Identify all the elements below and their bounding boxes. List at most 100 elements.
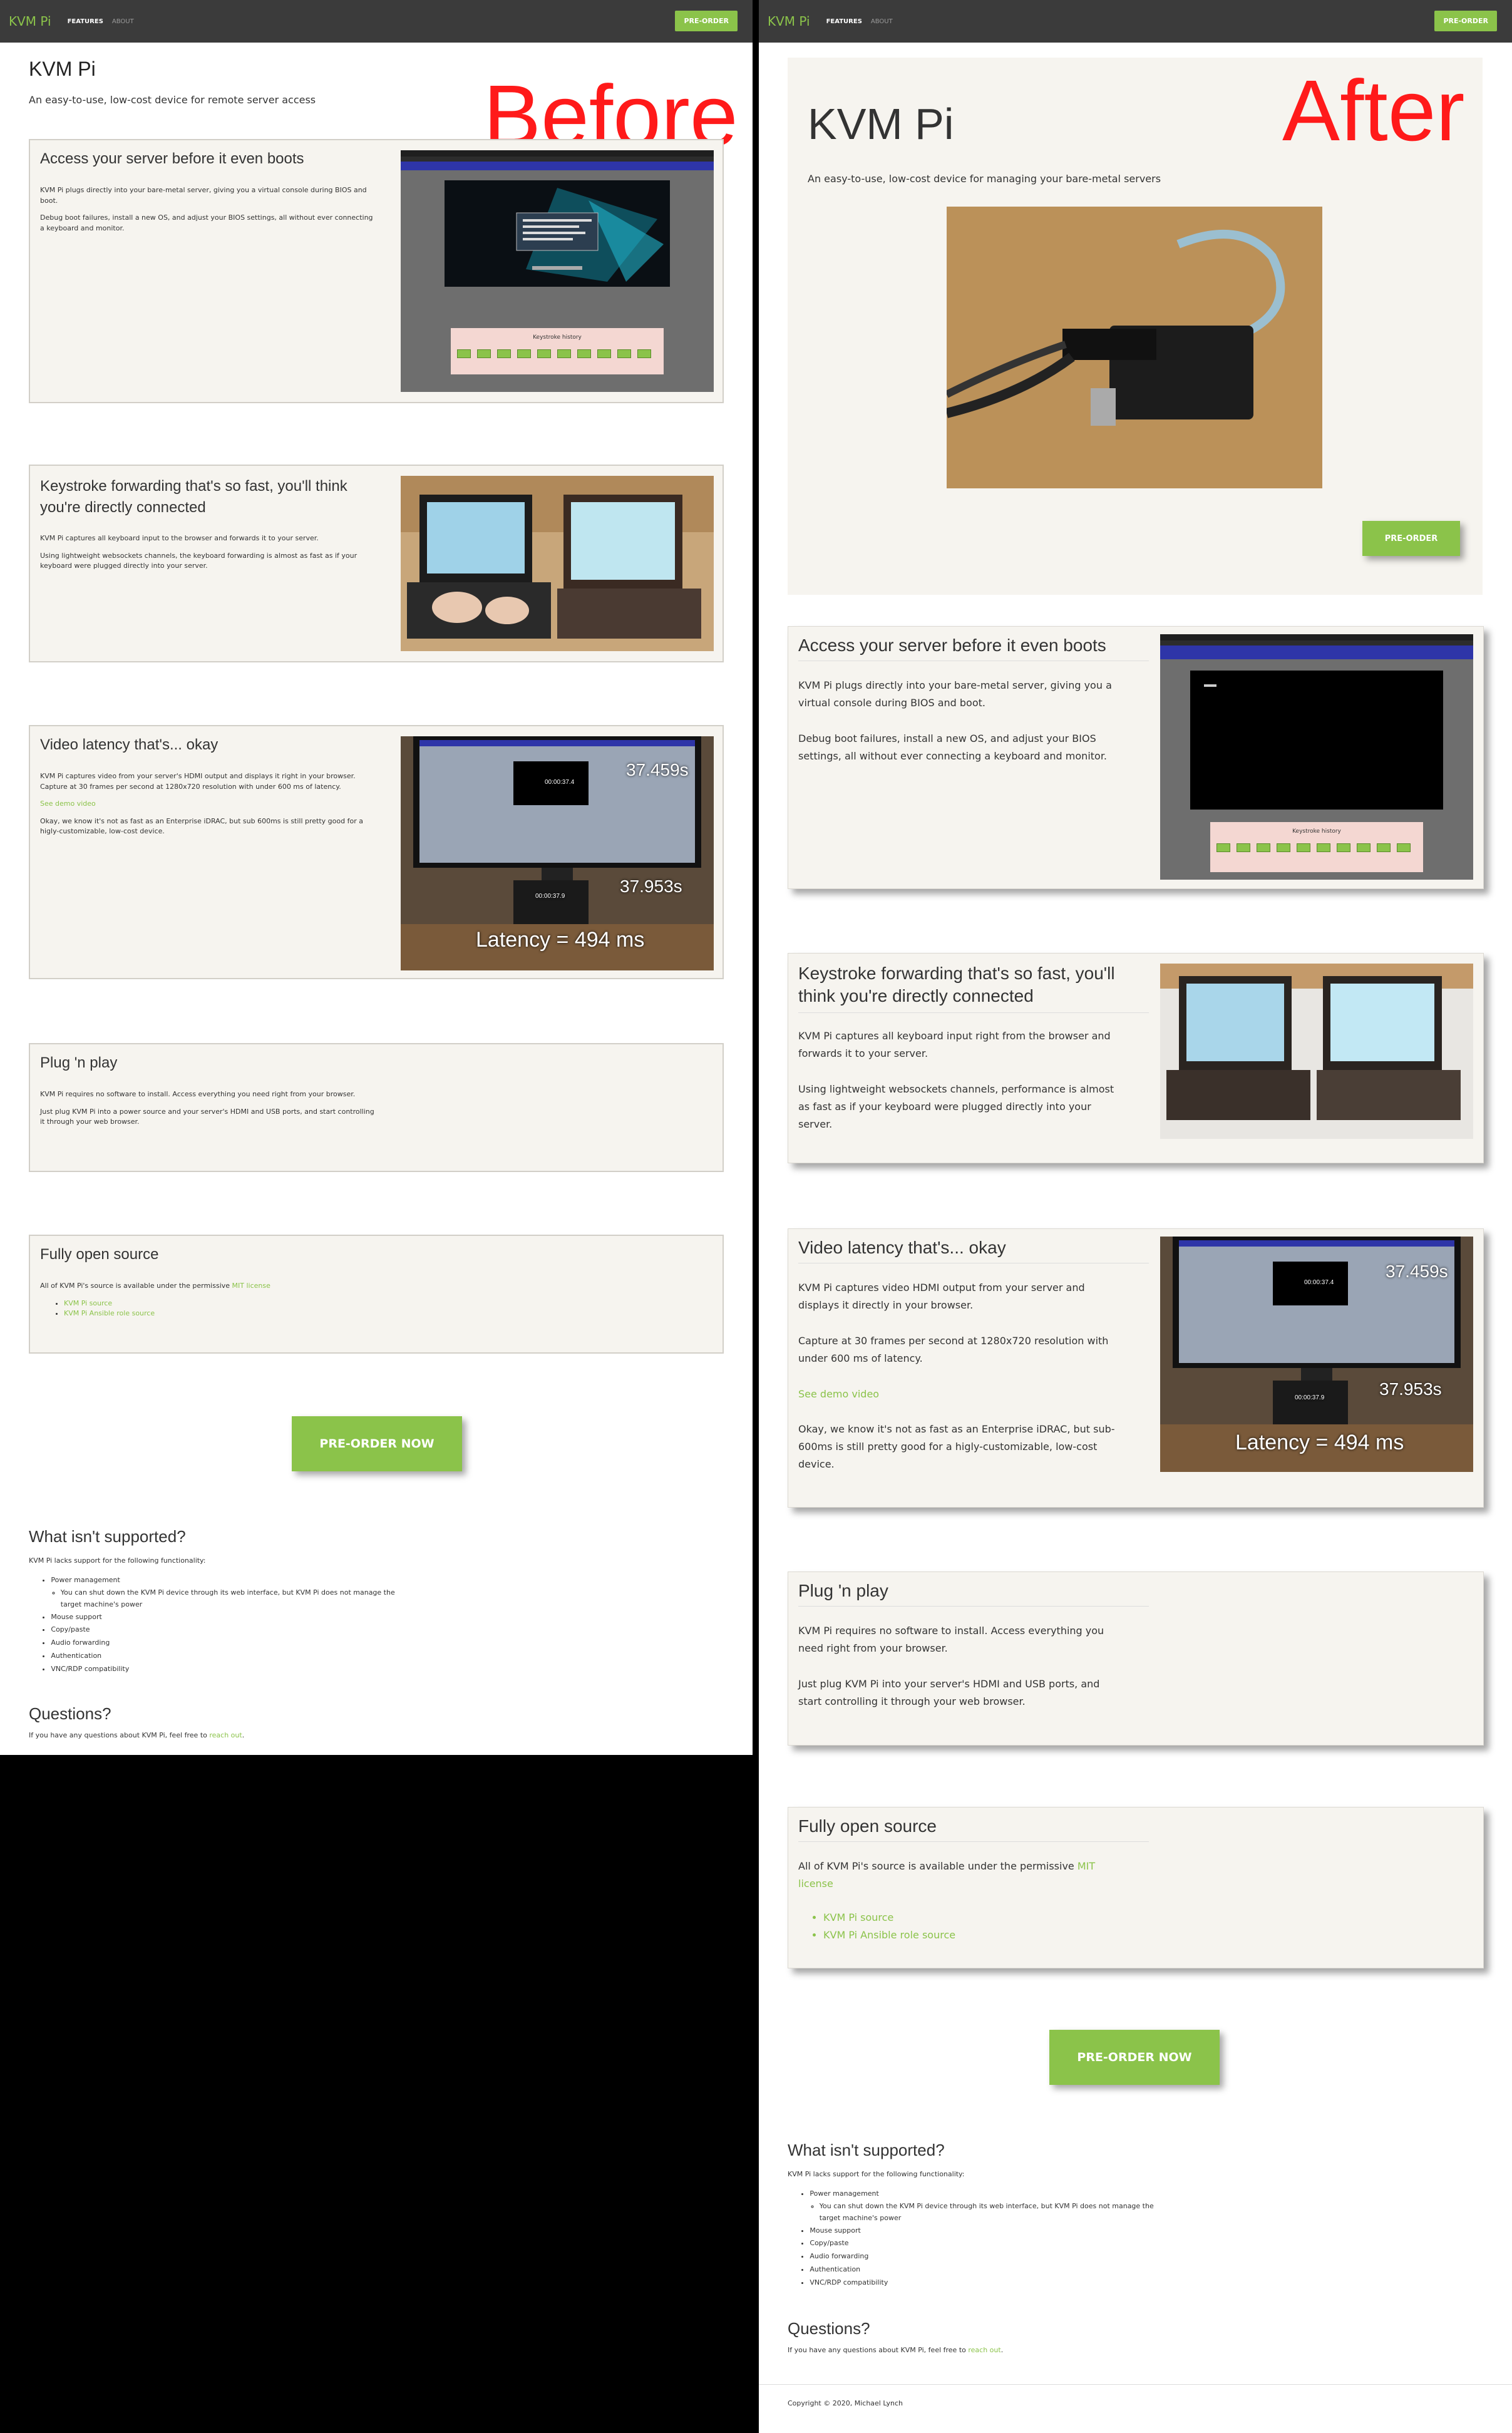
nav-features[interactable]: FEATURES — [68, 18, 103, 25]
feature-title: Keystroke forwarding that's so fast, you… — [798, 962, 1149, 1013]
feature-text: KVM Pi captures video HDMI output from y… — [798, 1282, 1085, 1311]
timer-label: 37.953s — [1379, 1379, 1442, 1399]
navbar: KVM Pi FEATURES ABOUT PRE-ORDER — [0, 0, 753, 43]
nav-brand[interactable]: KVM Pi — [9, 14, 51, 29]
keystroke-history-title: Keystroke history — [533, 334, 582, 341]
nav-features[interactable]: FEATURES — [826, 18, 862, 25]
list-item: Audio forwarding — [51, 1637, 417, 1650]
timer-label: 37.459s — [1386, 1262, 1448, 1281]
laptops-photo — [1160, 964, 1473, 1139]
nav-brand[interactable]: KVM Pi — [768, 14, 810, 29]
list-item: Audio forwarding — [810, 2250, 1176, 2263]
nav-preorder-button[interactable]: PRE-ORDER — [675, 11, 738, 31]
mit-license-link[interactable]: MIT license — [232, 1282, 270, 1290]
key-chip — [477, 349, 491, 358]
page-subtitle: An easy-to-use, low-cost device for remo… — [29, 94, 316, 106]
list-item: Power management — [51, 1576, 120, 1585]
key-chip — [1277, 843, 1290, 852]
demo-video-link[interactable]: See demo video — [798, 1388, 879, 1400]
footer-copyright: Copyright © 2020, Michael Lynch — [788, 2399, 903, 2407]
laptops-image — [1160, 964, 1473, 1139]
key-chip — [1297, 843, 1310, 852]
key-chip — [617, 349, 631, 358]
feature-title: Video latency that's... okay — [40, 736, 219, 753]
key-chip — [1357, 843, 1371, 852]
feature-text: Okay, we know it's not as fast as an Ent… — [40, 816, 363, 836]
key-chip — [637, 349, 651, 358]
key-chip — [517, 349, 531, 358]
laptops-photo — [401, 476, 714, 651]
preorder-now-button[interactable]: PRE-ORDER NOW — [1049, 2030, 1220, 2085]
feature-card-plug: Plug 'n play KVM Pi requires no software… — [788, 1571, 1484, 1746]
latency-label: Latency = 494 ms — [476, 928, 645, 952]
device-photo — [947, 207, 1322, 488]
key-chip — [577, 349, 591, 358]
nav-preorder-button[interactable]: PRE-ORDER — [1434, 11, 1497, 31]
latency-photo: 37.459s 00:00:37.4 37.953s 00:00:37.9 La… — [1160, 1237, 1473, 1472]
list-item: Authentication — [810, 2263, 1176, 2276]
key-chip — [1337, 843, 1350, 852]
feature-text: Okay, we know it's not as fast as an Ent… — [798, 1423, 1115, 1471]
demo-video-link[interactable]: See demo video — [40, 800, 96, 808]
list-item: Copy/paste — [810, 2237, 1176, 2250]
hero-preorder-button[interactable]: PRE-ORDER — [1362, 521, 1460, 556]
feature-text: Using lightweight websockets channels, p… — [798, 1083, 1114, 1130]
preorder-now-button[interactable]: PRE-ORDER NOW — [292, 1416, 462, 1471]
feature-card-boot: Access your server before it even boots … — [29, 139, 724, 403]
panel-divider — [753, 0, 759, 2433]
questions-section: Questions? If you have any questions abo… — [788, 2319, 1004, 2354]
page-title: KVM Pi — [808, 100, 954, 148]
key-chip — [1317, 843, 1330, 852]
keystroke-history-panel: Keystroke history — [451, 328, 664, 374]
feature-text: Debug boot failures, install a new OS, a… — [40, 213, 373, 232]
key-chip — [457, 349, 471, 358]
feature-text: KVM Pi captures video from your server's… — [40, 772, 356, 791]
questions-text: If you have any questions about KVM Pi, … — [788, 2346, 966, 2354]
feature-card-keystroke: Keystroke forwarding that's so fast, you… — [29, 465, 724, 662]
reach-out-link[interactable]: reach out — [968, 2346, 1000, 2354]
feature-text: KVM Pi plugs directly into your bare-met… — [40, 186, 367, 205]
key-chip — [1237, 843, 1250, 852]
reach-out-link[interactable]: reach out — [209, 1731, 242, 1739]
footer-divider — [759, 2384, 1512, 2385]
list-item: Power management — [810, 2189, 879, 2198]
feature-text: Using lightweight websockets channels, t… — [40, 551, 357, 570]
navbar: KVM Pi FEATURES ABOUT PRE-ORDER — [759, 0, 1512, 43]
questions-section: Questions? If you have any questions abo… — [29, 1704, 245, 1739]
feature-card-opensource: Fully open source All of KVM Pi's source… — [788, 1807, 1484, 1968]
unsupported-section: What isn't supported? KVM Pi lacks suppo… — [788, 2135, 1176, 2290]
list-item: Authentication — [51, 1650, 417, 1663]
key-chip — [1257, 843, 1270, 852]
key-chip — [557, 349, 571, 358]
clock-label: 00:00:37.9 — [1295, 1394, 1325, 1401]
nav-about[interactable]: ABOUT — [871, 18, 893, 25]
feature-title: Access your server before it even boots — [40, 150, 304, 167]
key-chip — [597, 349, 611, 358]
list-item: VNC/RDP compatibility — [810, 2276, 1176, 2290]
timer-label: 37.953s — [620, 877, 682, 896]
opensource-text: All of KVM Pi's source is available unde… — [40, 1282, 230, 1290]
questions-title: Questions? — [788, 2319, 870, 2338]
source-link[interactable]: KVM Pi source — [823, 1911, 893, 1923]
laptops-image — [401, 476, 714, 651]
ansible-source-link[interactable]: KVM Pi Ansible role source — [823, 1929, 955, 1941]
source-link[interactable]: KVM Pi source — [64, 1299, 112, 1307]
nav-about[interactable]: ABOUT — [112, 18, 134, 25]
feature-card-boot: Access your server before it even boots … — [788, 626, 1484, 889]
keystroke-history-panel: Keystroke history — [1210, 822, 1423, 872]
unsupported-intro: KVM Pi lacks support for the following f… — [788, 2170, 965, 2179]
key-chip — [497, 349, 511, 358]
key-chip — [1397, 843, 1411, 852]
feature-title: Keystroke forwarding that's so fast, you… — [40, 478, 347, 516]
opensource-text: All of KVM Pi's source is available unde… — [798, 1860, 1074, 1872]
clock-label: 00:00:37.4 — [1304, 1279, 1334, 1286]
list-item: You can shut down the KVM Pi device thro… — [61, 1587, 417, 1610]
latency-label: Latency = 494 ms — [1235, 1431, 1404, 1454]
browser-screenshot: Keystroke history — [1160, 634, 1473, 880]
keystroke-history-title: Keystroke history — [1292, 828, 1341, 835]
ansible-source-link[interactable]: KVM Pi Ansible role source — [64, 1309, 155, 1317]
feature-text: Debug boot failures, install a new OS, a… — [798, 732, 1108, 762]
feature-text: KVM Pi captures all keyboard input right… — [798, 1030, 1111, 1059]
feature-text: Capture at 30 frames per second at 1280x… — [798, 1334, 1109, 1364]
before-panel: KVM Pi FEATURES ABOUT PRE-ORDER Before K… — [0, 0, 753, 1755]
